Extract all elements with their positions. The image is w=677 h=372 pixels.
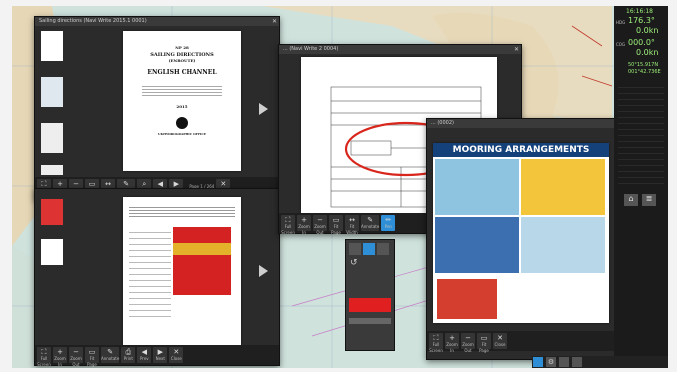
pen-button[interactable]: ✏ Pen [381, 215, 396, 231]
page-thumbnail[interactable] [41, 123, 63, 153]
next-page-arrow-icon[interactable] [259, 265, 268, 277]
next-page-arrow-icon[interactable] [259, 103, 268, 115]
sog-value: 0.0kn [636, 48, 659, 57]
prev-button[interactable]: ◀Prev [137, 347, 152, 363]
page-thumbnail[interactable] [41, 77, 63, 107]
navigation-status-sidebar: 16:16:18 HDG 176.3° 0.0kn COG 000.0° 0.0… [614, 6, 668, 368]
thickness-slider[interactable] [349, 318, 391, 324]
page-thumbnail[interactable] [41, 165, 63, 175]
window-title: ... (0002) [427, 119, 615, 128]
screen: Sailing directions (Navi Write 2015.1 00… [12, 6, 668, 368]
poster-page: MOORING ARRANGEMENTS [433, 143, 609, 323]
settings-list[interactable] [618, 82, 664, 186]
gear-icon[interactable]: ⚙ [546, 357, 556, 367]
cog-label: COG [616, 42, 626, 47]
document-viewer-window-4[interactable]: ... (0002) MOORING ARRANGEMENTS ⛶ Full Sc… [426, 118, 616, 360]
doc-title: ENGLISH CHANNEL [147, 69, 217, 76]
close-icon[interactable]: ✕ [514, 45, 519, 54]
zoom-in-button[interactable]: +Zoom In [445, 333, 459, 353]
fit-page-button[interactable]: ▭Fit Page [85, 347, 99, 367]
fit-page-button[interactable]: ▭Fit Page [329, 215, 343, 235]
crest-logo [176, 117, 188, 129]
poster-title: MOORING ARRANGEMENTS [433, 143, 609, 157]
window-title: Sailing directions (Navi Write 2015.1 00… [35, 17, 279, 26]
annotate-button[interactable]: ✎Annotate [101, 347, 120, 363]
doc-publisher: UKHYDROGRAPHIC OFFICE [157, 132, 207, 136]
fit-width-button[interactable]: ↔Fit Width [345, 215, 359, 235]
annotate-button[interactable]: ✎Annotate [361, 215, 380, 231]
viewer-toolbar: ⛶Full Screen +Zoom In −Zoom Out ▭Fit Pag… [35, 345, 279, 367]
page-thumbnail[interactable] [41, 31, 63, 61]
zoom-out-button[interactable]: −Zoom Out [461, 333, 475, 353]
document-viewer-window-1[interactable]: Sailing directions (Navi Write 2015.1 00… [34, 16, 280, 200]
window-title: ... (Navi Write 2 0004) [279, 45, 521, 54]
fit-page-button[interactable]: ▭Fit Page [477, 333, 491, 353]
zoom-in-button[interactable]: +Zoom In [297, 215, 311, 235]
full-screen-button[interactable]: ⛶Full Screen [429, 333, 443, 353]
page-thumbnail[interactable] [41, 239, 63, 265]
hdg-label: HDG [616, 20, 626, 25]
zoom-out-button[interactable]: −Zoom Out [69, 347, 83, 367]
window-icon[interactable] [559, 357, 569, 367]
tool-button[interactable] [377, 243, 389, 255]
document-viewer-window-2[interactable]: ⛶ Full Screen + Zoom In − Zoom Out ▭ Fit Pag… [34, 188, 280, 367]
page-thumbnail[interactable] [41, 199, 63, 225]
zoom-out-button[interactable]: −Zoom Out [313, 215, 327, 235]
clock: 16:16:18 [626, 8, 653, 15]
close-button[interactable]: ✕Close [493, 333, 507, 349]
stw-value: 0.0kn [636, 26, 659, 35]
window-icon[interactable] [572, 357, 582, 367]
latitude: 50°15.917N [628, 62, 659, 68]
doc-subheading: (ENROUTE) [168, 58, 196, 63]
zoom-in-button[interactable]: +Zoom In [53, 347, 67, 367]
color-swatch-red[interactable] [349, 298, 391, 312]
viewer-toolbar: ⛶Full Screen +Zoom In −Zoom Out ▭Fit Pag… [427, 331, 615, 353]
tool-button[interactable] [349, 243, 361, 255]
doc-body-text [142, 84, 222, 98]
doc-year: 2015 [176, 104, 188, 109]
full-screen-button[interactable]: ⛶Full Screen [37, 347, 51, 367]
route-icon[interactable] [533, 357, 543, 367]
document-page: NP 28 SAILING DIRECTIONS (ENROUTE) ENGLI… [123, 31, 241, 171]
layers-icon[interactable]: ≣ [642, 194, 656, 206]
close-button[interactable]: ✕Close [169, 347, 184, 363]
longitude: 001°42.736E [628, 69, 661, 75]
document-page [123, 197, 241, 345]
hdg-value: 176.3° [628, 16, 655, 25]
np-number: NP 28 [175, 45, 189, 50]
cog-value: 000.0° [628, 38, 655, 47]
print-button[interactable]: ⎙ Print [121, 347, 136, 363]
home-icon[interactable]: ⌂ [624, 194, 638, 206]
tool-button-active[interactable] [363, 243, 375, 255]
bottom-taskbar: ⚙ [532, 356, 668, 368]
undo-icon[interactable]: ↺ [346, 258, 394, 268]
full-screen-button[interactable]: ⛶Full Screen [281, 215, 295, 235]
close-icon[interactable]: ✕ [272, 17, 277, 26]
annotation-tool-panel[interactable]: ↺ [345, 239, 395, 351]
next-button[interactable]: ▶Next [153, 347, 168, 363]
